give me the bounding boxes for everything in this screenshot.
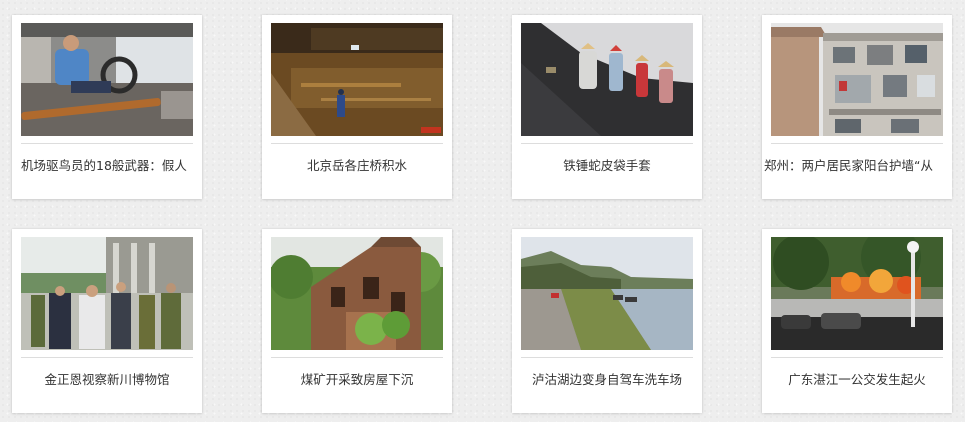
card-divider: [271, 143, 443, 144]
gallery-card[interactable]: 金正恩视察新川博物馆: [12, 229, 202, 413]
gallery-caption[interactable]: 铁锤蛇皮袋手套: [512, 155, 702, 177]
gallery-thumbnail[interactable]: [771, 23, 943, 136]
gallery-card[interactable]: 铁锤蛇皮袋手套: [512, 15, 702, 199]
workers-on-gravel-slope-photo: [521, 23, 693, 136]
gallery-caption[interactable]: 煤矿开采致房屋下沉: [262, 369, 452, 391]
gallery-caption[interactable]: 郑州：两户居民家阳台护墙“从: [762, 155, 952, 177]
card-divider: [521, 357, 693, 358]
gallery-thumbnail[interactable]: [21, 237, 193, 350]
gallery-caption[interactable]: 广东湛江一公交发生起火: [762, 369, 952, 391]
gallery-card[interactable]: 泸沽湖边变身自驾车洗车场: [512, 229, 702, 413]
gallery-thumbnail[interactable]: [521, 23, 693, 136]
card-divider: [21, 357, 193, 358]
gallery-thumbnail[interactable]: [21, 23, 193, 136]
card-divider: [771, 143, 943, 144]
flooded-underpass-at-night-photo: [271, 23, 443, 136]
card-divider: [521, 143, 693, 144]
gallery-card[interactable]: 郑州：两户居民家阳台护墙“从: [762, 15, 952, 199]
card-divider: [771, 357, 943, 358]
gallery-caption[interactable]: 泸沽湖边变身自驾车洗车场: [512, 369, 702, 391]
gallery-card[interactable]: 机场驱鸟员的18般武器：假人: [12, 15, 202, 199]
card-divider: [271, 357, 443, 358]
gallery-caption[interactable]: 金正恩视察新川博物馆: [12, 369, 202, 391]
gallery-thumbnail[interactable]: [771, 237, 943, 350]
gallery-thumbnail[interactable]: [521, 237, 693, 350]
gallery-caption[interactable]: 机场驱鸟员的18般武器：假人: [12, 155, 202, 177]
residential-building-balcony-photo: [771, 23, 943, 136]
bus-on-fire-street-photo: [771, 237, 943, 350]
gallery-thumbnail[interactable]: [271, 23, 443, 136]
collapsed-brick-house-photo: [271, 237, 443, 350]
gallery-card[interactable]: 广东湛江一公交发生起火: [762, 229, 952, 413]
gallery-card[interactable]: 北京岳各庄桥积水: [262, 15, 452, 199]
gallery-thumbnail[interactable]: [271, 237, 443, 350]
gallery-caption[interactable]: 北京岳各庄桥积水: [262, 155, 452, 177]
card-divider: [21, 143, 193, 144]
man-driving-car-with-rifle-photo: [21, 23, 193, 136]
lakeside-road-with-cars-photo: [521, 237, 693, 350]
gallery-card[interactable]: 煤矿开采致房屋下沉: [262, 229, 452, 413]
officials-visiting-museum-photo: [21, 237, 193, 350]
